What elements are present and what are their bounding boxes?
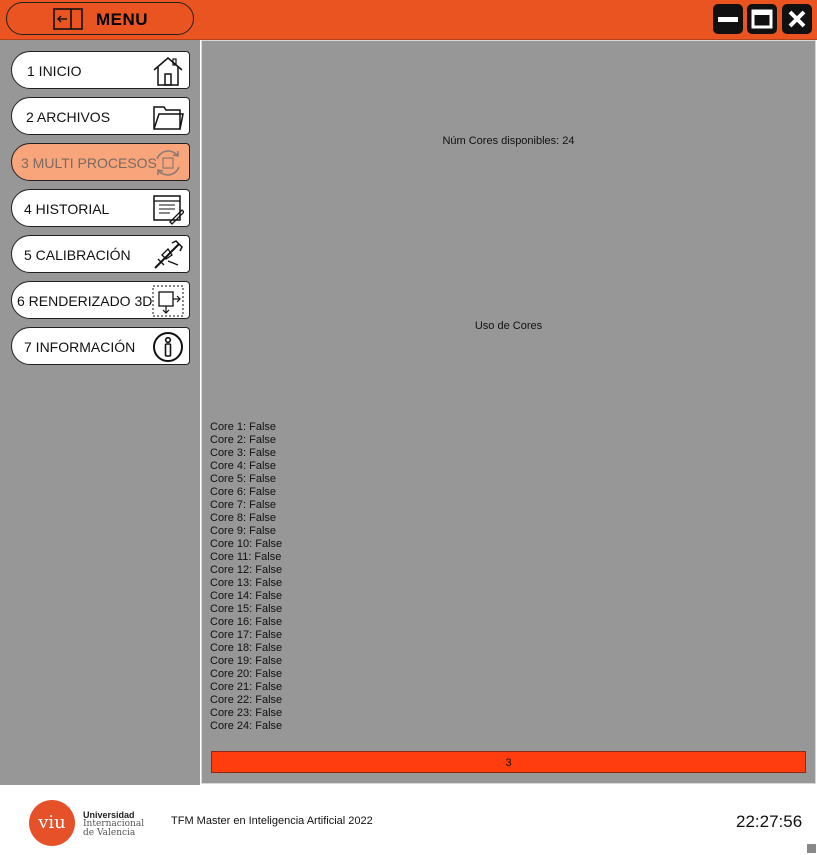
core-status: Core 15: False	[210, 603, 283, 615]
footer: viu Universidad Internacional de Valenci…	[0, 785, 817, 855]
sidebar-item-calibracion[interactable]: 5 CALIBRACIÓN	[11, 235, 190, 273]
core-status: Core 5: False	[210, 473, 277, 485]
core-status: Core 8: False	[210, 512, 277, 524]
core-status: Core 12: False	[210, 564, 283, 576]
caliper-icon	[154, 240, 183, 269]
home-icon	[153, 57, 183, 86]
core-status: Core 14: False	[210, 590, 283, 602]
logo-mark: viu	[38, 812, 66, 833]
refresh-icon	[156, 150, 180, 176]
core-status: Core 16: False	[210, 616, 283, 628]
logo-line-3: de Valencia	[83, 828, 136, 838]
core-status: Core 9: False	[210, 525, 277, 537]
core-status: Core 1: False	[210, 421, 277, 433]
sidebar-item-renderizado-3d[interactable]: 6 RENDERIZADO 3D	[11, 281, 190, 319]
sidebar-item-label: 2 ARCHIVOS	[26, 109, 111, 125]
cube-render-icon	[152, 285, 184, 317]
cores-usage-title: Uso de Cores	[474, 320, 543, 332]
core-status: Core 13: False	[210, 577, 283, 589]
close-button[interactable]	[782, 4, 812, 34]
title-bar: MENU	[0, 0, 817, 40]
core-status: Core 20: False	[210, 668, 283, 680]
sidebar: 1 INICIO 2 ARCHIVOS 3 MULTI PROCESOS 4 H…	[0, 40, 200, 785]
core-status: Core 7: False	[210, 499, 277, 511]
maximize-button[interactable]	[747, 4, 777, 34]
core-status: Core 23: False	[210, 707, 283, 719]
sidebar-item-informacion[interactable]: 7 INFORMACIÓN	[11, 327, 190, 365]
viu-logo: viu	[29, 800, 75, 846]
folder-icon	[153, 106, 184, 130]
info-icon	[153, 332, 183, 362]
sidebar-item-label: 4 HISTORIAL	[24, 201, 110, 217]
sidebar-item-label: 3 MULTI PROCESOS	[21, 155, 157, 171]
sidebar-item-multi-procesos[interactable]: 3 MULTI PROCESOS	[11, 143, 190, 181]
core-status: Core 22: False	[210, 694, 283, 706]
sidebar-item-label: 6 RENDERIZADO 3D	[17, 293, 153, 309]
sidebar-item-label: 1 INICIO	[27, 63, 82, 79]
sidebar-item-label: 7 INFORMACIÓN	[24, 339, 136, 355]
core-status: Core 19: False	[210, 655, 283, 667]
core-status: Core 24: False	[210, 720, 283, 732]
history-list-icon	[153, 195, 184, 225]
maximize-icon	[751, 9, 773, 29]
core-status: Core 10: False	[210, 538, 283, 550]
cores-available-label: Núm Cores disponibles: 24	[442, 135, 575, 147]
sidebar-item-label: 5 CALIBRACIÓN	[24, 247, 131, 263]
sidebar-item-historial[interactable]: 4 HISTORIAL	[11, 189, 190, 227]
minimize-button[interactable]	[713, 4, 743, 34]
progress-bar: 3	[211, 751, 806, 773]
footer-title: TFM Master en Inteligencia Artificial 20…	[171, 815, 373, 827]
close-icon	[788, 10, 806, 28]
core-status: Core 21: False	[210, 681, 283, 693]
menu-button[interactable]: MENU	[6, 2, 194, 35]
exit-icon	[53, 8, 83, 30]
core-status: Core 2: False	[210, 434, 277, 446]
core-status: Core 3: False	[210, 447, 277, 459]
progress-label: 3	[505, 757, 512, 769]
core-status-list: Core 1: False Core 2: False Core 3: Fals…	[210, 421, 282, 733]
sidebar-item-inicio[interactable]: 1 INICIO	[11, 51, 190, 89]
sidebar-item-archivos[interactable]: 2 ARCHIVOS	[11, 97, 190, 135]
resize-grip[interactable]	[807, 844, 816, 853]
core-status: Core 18: False	[210, 642, 283, 654]
multi-process-panel: Núm Cores disponibles: 24 Uso de Cores C…	[201, 40, 816, 784]
clock: 22:27:56	[736, 812, 803, 831]
core-status: Core 4: False	[210, 460, 277, 472]
minimize-icon	[718, 17, 738, 22]
menu-label: MENU	[96, 10, 149, 29]
university-name: Universidad Internacional de Valencia	[83, 811, 144, 838]
core-status: Core 17: False	[210, 629, 283, 641]
core-status: Core 11: False	[210, 551, 282, 563]
core-status: Core 6: False	[210, 486, 277, 498]
